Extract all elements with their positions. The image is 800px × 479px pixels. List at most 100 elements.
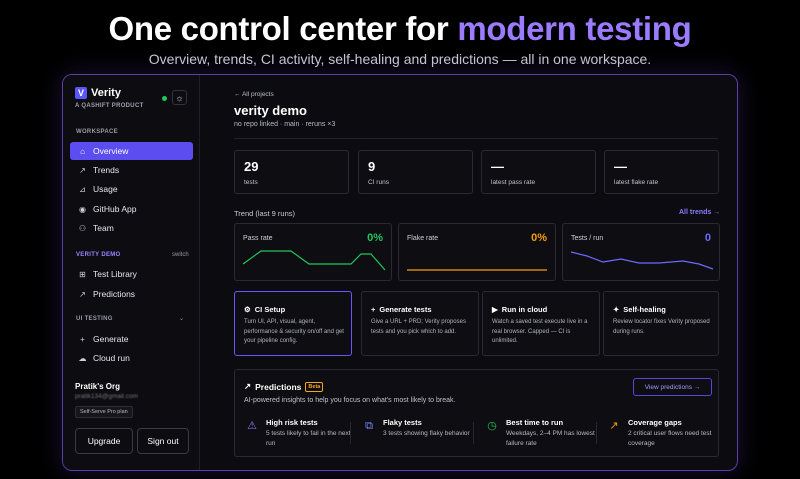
sidebar: V Verity A QASHIFT PRODUCT ☼ WORKSPACE ⌂… [63,75,200,470]
wand-icon: ✦ [613,305,620,314]
prediction-title: Flaky tests [383,418,422,427]
workspace-section-label: WORKSPACE [76,129,118,135]
prediction-desc: 2 critical user flows need test coverage [628,430,712,447]
flaky-icon: ⧉ [365,420,373,432]
prediction-divider [596,422,597,444]
org-name: Pratik's Org [75,382,121,391]
team-icon: ⚇ [78,223,87,233]
sidebar-item-label: Cloud run [93,353,130,363]
clock-icon: ◷ [487,420,497,432]
stat-label: latest flake rate [614,179,659,186]
stat-card-ci-runs: 9 CI runs [358,150,473,194]
brand[interactable]: V Verity [75,87,121,99]
sidebar-item-label: Overview [93,146,129,156]
sidebar-item-label: Team [93,223,114,233]
stat-label: CI runs [368,179,389,186]
sidebar-item-predictions[interactable]: ↗ Predictions [70,285,193,303]
sidebar-item-github-app[interactable]: ◉ GitHub App [70,200,193,218]
sidebar-item-cloud-run[interactable]: ☁ Cloud run [70,349,193,367]
feature-title: Self-healing [623,305,666,314]
project-switch-link[interactable]: switch [172,252,189,258]
grid-icon: ⊞ [79,269,86,279]
sidebar-item-trends[interactable]: ↗ Trends [70,161,193,179]
feature-title: Run in cloud [501,305,548,314]
chart-icon: ⊿ [79,184,86,194]
project-section-label: VERITY DEMO [76,252,121,258]
prediction-title: Coverage gaps [628,418,682,427]
sign-out-button[interactable]: Sign out [137,428,189,454]
stat-value: — [614,159,627,174]
feature-description: Review locator fixes Verity proposed dur… [613,319,710,335]
feature-description: Give a URL + PRD; Verity proposes tests … [371,319,466,335]
feature-card-run-in-cloud[interactable]: ▶ Run in cloud Watch a saved test execute… [482,291,600,356]
flake-rate-sparkline [407,269,547,271]
all-projects-link[interactable]: ← All projects [234,91,274,98]
sidebar-item-usage[interactable]: ⊿ Usage [70,180,193,198]
feature-title: CI Setup [254,305,286,314]
plus-icon: + [371,305,376,314]
home-icon: ⌂ [80,146,85,156]
tests-per-run-sparkline [570,251,714,270]
sidebar-item-label: Usage [93,184,118,194]
predictions-panel: ↗ Predictions Beta AI-powered insights t… [234,369,719,457]
github-icon: ◉ [79,204,86,214]
hero-title: One control center for modern testing [0,10,800,48]
page-title: verity demo [234,103,307,118]
theme-toggle-button[interactable]: ☼ [172,90,187,105]
status-dot-icon [162,96,167,101]
prediction-desc: Weekdays, 2–4 PM has lowest failure rate [506,430,595,447]
trend-icon: ↗ [79,289,86,299]
prediction-best-time[interactable]: ◷ Best time to run Weekdays, 2–4 PM has … [485,418,603,454]
sidebar-item-label: Predictions [93,289,136,299]
stat-value: 9 [368,159,376,174]
stat-card-flake-rate: — latest flake rate [604,150,719,194]
brand-tagline: A QASHIFT PRODUCT [75,103,144,109]
prediction-desc: 5 tests likely to fail in the next run [266,430,351,447]
testing-section-label: UI TESTING [76,316,113,322]
prediction-flaky[interactable]: ⧉ Flaky tests 3 tests showing flaky beha… [362,418,480,454]
stat-label: latest pass rate [491,179,536,186]
stat-card-pass-rate: — latest pass rate [481,150,596,194]
upgrade-button[interactable]: Upgrade [75,428,133,454]
feature-description: Turn UI, API, visual, agent, performance… [244,319,344,344]
trend-card-pass-rate[interactable]: Pass rate 0% [234,223,392,281]
all-trends-link[interactable]: All trends → [679,209,720,216]
prediction-title: Best time to run [506,418,564,427]
feature-card-ci-setup[interactable]: ⚙ CI Setup Turn UI, API, visual, agent, p… [234,291,352,356]
view-predictions-button[interactable]: View predictions → [633,378,712,396]
prediction-coverage-gaps[interactable]: ↗ Coverage gaps 2 critical user flows ne… [607,418,725,454]
trend-up-icon: ↗ [609,420,619,432]
sidebar-item-label: Generate [93,334,129,344]
sidebar-item-overview[interactable]: ⌂ Overview [70,142,193,160]
stat-value: — [491,159,504,174]
sidebar-item-label: Trends [93,165,120,175]
chevron-down-icon[interactable]: ⌄ [179,315,184,322]
sidebar-item-team[interactable]: ⚇ Team [70,219,193,237]
pass-rate-sparkline [242,250,386,271]
trend-up-icon: ↗ [244,381,252,391]
sidebar-item-label: Test Library [93,269,137,279]
plan-badge: Self-Serve Pro plan [75,406,133,418]
beta-badge: Beta [305,381,324,392]
sidebar-item-label: GitHub App [93,204,137,214]
verity-logo-icon: V [75,87,87,99]
trend-section-label: Trend (last 9 runs) [234,209,295,218]
feature-title: Generate tests [379,305,432,314]
project-meta: no repo linked · main · reruns ×3 [234,121,336,128]
sidebar-item-test-library[interactable]: ⊞ Test Library [70,265,193,283]
brand-name: Verity [91,87,121,99]
trend-card-flake-rate[interactable]: Flake rate 0% [398,223,556,281]
org-email: pratik134@gmail.com [75,393,138,400]
trend-card-tests-per-run[interactable]: Tests / run 0 [562,223,720,281]
stat-card-tests: 29 tests [234,150,349,194]
hero-title-accent: modern testing [457,10,692,47]
hero-title-main: One control center for [108,10,458,47]
trend-icon: ↗ [79,165,86,175]
warning-icon: ⚠ [247,420,257,432]
sidebar-item-generate[interactable]: + Generate [70,330,193,348]
feature-card-generate-tests[interactable]: + Generate tests Give a URL + PRD; Verity… [361,291,479,356]
predictions-title: Predictions [255,381,302,392]
stat-value: 29 [244,159,259,174]
feature-card-self-healing[interactable]: ✦ Self-healing Review locator fixes Verit… [603,291,719,356]
prediction-high-risk[interactable]: ⚠ High risk tests 5 tests likely to fail… [245,418,363,454]
